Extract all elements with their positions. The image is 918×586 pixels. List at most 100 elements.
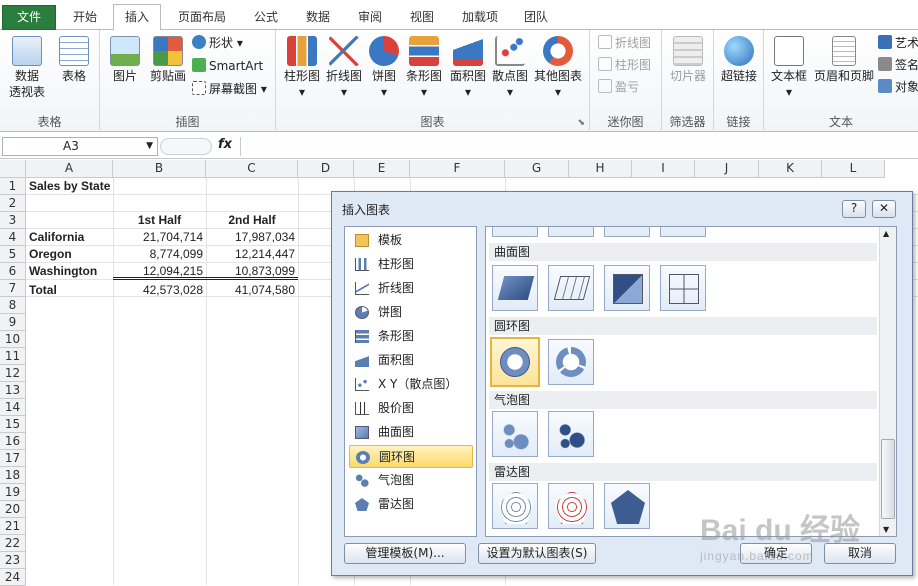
- row-header[interactable]: 7: [0, 280, 26, 297]
- cell-state[interactable]: California: [26, 229, 87, 246]
- textbox-button[interactable]: 文本框 ▾: [768, 36, 810, 100]
- column-header[interactable]: K: [759, 160, 822, 178]
- shapes-button[interactable]: 形状 ▾: [192, 34, 243, 52]
- cell-h1[interactable]: 21,704,714: [113, 229, 206, 246]
- tab-data[interactable]: 数据: [296, 6, 340, 30]
- row-header[interactable]: 12: [0, 365, 26, 382]
- surface-wireframe-thumb[interactable]: [548, 265, 594, 311]
- cell-total-label[interactable]: Total: [26, 282, 60, 299]
- other-charts-button[interactable]: 其他图表 ▾: [532, 36, 584, 100]
- tab-home[interactable]: 开始: [62, 6, 108, 30]
- tab-team[interactable]: 团队: [514, 6, 558, 30]
- cell-total-h2[interactable]: 41,074,580: [206, 282, 298, 299]
- screenshot-button[interactable]: 屏幕截图 ▾: [192, 80, 267, 98]
- wordart-button[interactable]: 艺术: [878, 34, 918, 52]
- category-scatter[interactable]: X Y（散点图）: [349, 373, 473, 396]
- category-column[interactable]: 柱形图: [349, 253, 473, 276]
- cell-total-h1[interactable]: 42,573,028: [113, 282, 206, 299]
- bar-chart-button[interactable]: 条形图 ▾: [404, 36, 444, 100]
- header-footer-button[interactable]: 页眉和页脚: [812, 36, 876, 84]
- category-area[interactable]: 面积图: [349, 349, 473, 372]
- row-header[interactable]: 23: [0, 552, 26, 569]
- help-button[interactable]: ?: [842, 200, 866, 218]
- row-header[interactable]: 13: [0, 382, 26, 399]
- sparkline-column-button[interactable]: 柱形图: [598, 56, 651, 74]
- radar-thumb[interactable]: [492, 483, 538, 529]
- select-all-corner[interactable]: [0, 160, 26, 178]
- tab-file[interactable]: 文件: [2, 5, 56, 30]
- bubble-thumb[interactable]: [492, 411, 538, 457]
- column-header[interactable]: E: [354, 160, 410, 178]
- picture-button[interactable]: 图片: [106, 36, 144, 84]
- category-surface[interactable]: 曲面图: [349, 421, 473, 444]
- chart-subtype-thumb[interactable]: [660, 227, 706, 237]
- cell-c3[interactable]: 2nd Half: [206, 212, 298, 229]
- sparkline-line-button[interactable]: 折线图: [598, 34, 651, 52]
- chevron-down-icon[interactable]: ▼: [146, 138, 153, 155]
- row-header[interactable]: 4: [0, 229, 26, 246]
- tab-view[interactable]: 视图: [400, 6, 444, 30]
- scrollbar-thumb[interactable]: [881, 439, 895, 519]
- category-pie[interactable]: 饼图: [349, 301, 473, 324]
- row-header[interactable]: 20: [0, 501, 26, 518]
- sparkline-winloss-button[interactable]: 盈亏: [598, 78, 639, 96]
- pivot-table-button[interactable]: 数据 透视表: [4, 36, 50, 100]
- ok-button[interactable]: 确定: [740, 543, 812, 564]
- column-header[interactable]: B: [113, 160, 206, 178]
- slicer-button[interactable]: 切片器: [664, 36, 712, 84]
- row-header[interactable]: 22: [0, 535, 26, 552]
- row-header[interactable]: 10: [0, 331, 26, 348]
- bubble-3d-thumb[interactable]: [548, 411, 594, 457]
- row-header[interactable]: 15: [0, 416, 26, 433]
- row-header[interactable]: 24: [0, 569, 26, 586]
- row-header[interactable]: 16: [0, 433, 26, 450]
- row-header[interactable]: 18: [0, 467, 26, 484]
- column-header[interactable]: H: [569, 160, 632, 178]
- area-chart-button[interactable]: 面积图 ▾: [448, 36, 488, 100]
- chart-subtype-thumb[interactable]: [604, 227, 650, 237]
- tab-page-layout[interactable]: 页面布局: [168, 6, 236, 30]
- column-chart-button[interactable]: 柱形图 ▾: [282, 36, 322, 100]
- column-header[interactable]: J: [695, 160, 759, 178]
- row-header[interactable]: 11: [0, 348, 26, 365]
- row-header[interactable]: 9: [0, 314, 26, 331]
- contour-thumb[interactable]: [604, 265, 650, 311]
- doughnut-thumb[interactable]: [490, 337, 540, 387]
- cell-h2[interactable]: 12,214,447: [206, 246, 298, 263]
- line-chart-button[interactable]: 折线图 ▾: [324, 36, 364, 100]
- category-doughnut[interactable]: 圆环图: [349, 445, 473, 468]
- scatter-chart-button[interactable]: 散点图 ▾: [490, 36, 530, 100]
- tab-formulas[interactable]: 公式: [244, 6, 288, 30]
- column-header[interactable]: I: [632, 160, 695, 178]
- column-header[interactable]: A: [26, 160, 113, 178]
- row-header[interactable]: 6: [0, 263, 26, 280]
- tab-insert[interactable]: 插入: [113, 4, 161, 31]
- cell-a1[interactable]: Sales by State: [26, 178, 113, 195]
- category-stock[interactable]: 股价图: [349, 397, 473, 420]
- hyperlink-button[interactable]: 超链接: [716, 36, 762, 84]
- gallery-scrollbar[interactable]: ▲ ▼: [879, 227, 896, 536]
- scroll-up-icon[interactable]: ▲: [883, 229, 889, 238]
- row-header[interactable]: 1: [0, 178, 26, 195]
- row-header[interactable]: 8: [0, 297, 26, 314]
- column-header[interactable]: D: [298, 160, 354, 178]
- row-header[interactable]: 21: [0, 518, 26, 535]
- chart-subtype-thumb[interactable]: [492, 227, 538, 237]
- chart-dialog-launcher-icon[interactable]: ⬊: [577, 118, 585, 128]
- cancel-button[interactable]: 取消: [824, 543, 896, 564]
- row-header[interactable]: 3: [0, 212, 26, 229]
- row-header[interactable]: 19: [0, 484, 26, 501]
- tab-addins[interactable]: 加载项: [452, 6, 508, 30]
- row-header[interactable]: 17: [0, 450, 26, 467]
- column-header[interactable]: L: [822, 160, 885, 178]
- cell-state[interactable]: Washington: [26, 263, 100, 280]
- tab-review[interactable]: 审阅: [348, 6, 392, 30]
- category-radar[interactable]: 雷达图: [349, 493, 473, 516]
- radar-markers-thumb[interactable]: [548, 483, 594, 529]
- row-header[interactable]: 2: [0, 195, 26, 212]
- pie-chart-button[interactable]: 饼图 ▾: [366, 36, 402, 100]
- column-header[interactable]: G: [505, 160, 569, 178]
- category-bar[interactable]: 条形图: [349, 325, 473, 348]
- insert-function-button[interactable]: fx: [218, 137, 232, 152]
- contour-wireframe-thumb[interactable]: [660, 265, 706, 311]
